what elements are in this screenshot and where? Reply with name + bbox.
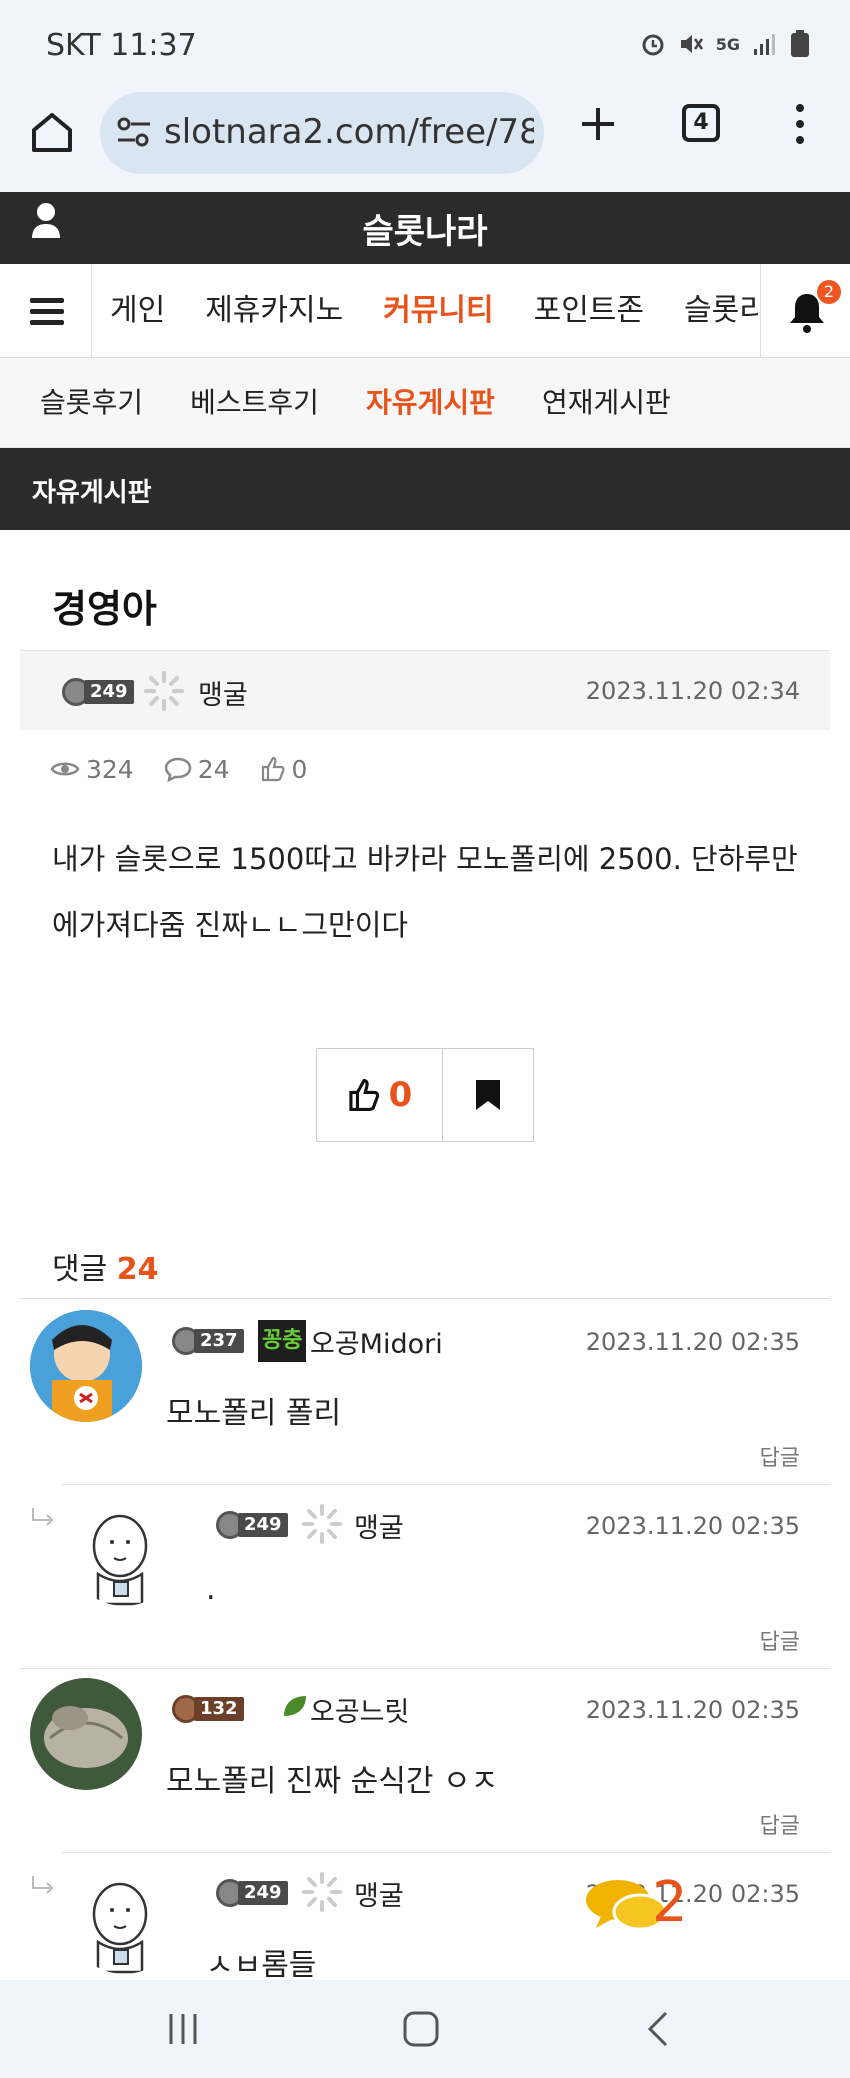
comments-stat: 24: [164, 755, 230, 784]
comment-text: 모노폴리 폴리: [166, 1396, 342, 1431]
subnav-slot-review[interactable]: 슬롯후기: [40, 358, 143, 448]
status-bar: SKT 11:37 5G: [0, 0, 850, 90]
comment-author[interactable]: 맹굴: [354, 1874, 404, 1913]
main-nav: 게인 제휴카지노 커뮤니티 포인트존 슬롯리 2: [0, 264, 850, 358]
thumbs-up-icon: [261, 756, 285, 782]
nav-item-slot[interactable]: 슬롯리: [684, 264, 760, 357]
leaf-icon: [284, 1696, 306, 1716]
main-nav-items: 게인 제휴카지노 커뮤니티 포인트존 슬롯리: [92, 264, 760, 357]
avatar-image: [30, 1310, 142, 1422]
notification-button[interactable]: 2: [760, 264, 850, 357]
post-stats: 324 24 0: [50, 752, 337, 786]
thumbs-up-icon: [349, 1079, 379, 1111]
post-body: 내가 슬롯으로 1500따고 바카라 모노폴리에 2500. 단하루만에가져다줌…: [52, 842, 798, 942]
new-tab-icon[interactable]: [578, 104, 618, 144]
post-actions: 0: [316, 1048, 534, 1142]
reply-button[interactable]: 답글: [760, 1624, 800, 1656]
more-menu-icon[interactable]: [790, 102, 810, 146]
post-title: 경영아: [52, 587, 157, 631]
site-header: 슬롯나라: [0, 192, 850, 264]
nav-item-community[interactable]: 커뮤니티: [383, 264, 493, 357]
level-badge: 237: [172, 1326, 244, 1356]
subnav-free-board[interactable]: 자유게시판: [366, 358, 495, 448]
reply-arrow-icon: [32, 1508, 54, 1526]
avatar[interactable]: [68, 1494, 180, 1606]
level-badge: 132: [172, 1694, 244, 1724]
tab-switcher-button[interactable]: 4: [682, 104, 720, 142]
recent-apps-icon[interactable]: [166, 2012, 200, 2046]
home-icon[interactable]: [30, 110, 74, 154]
like-count: 0: [388, 1075, 413, 1115]
subnav-serial-board[interactable]: 연재게시판: [542, 358, 671, 448]
browser-toolbar: slotnara2.com/free/78 4: [0, 90, 850, 192]
like-button[interactable]: 0: [317, 1049, 443, 1141]
alarm-icon: [642, 34, 664, 56]
reply-button[interactable]: 답글: [760, 1808, 800, 1840]
divider: [20, 1298, 830, 1299]
site-title[interactable]: 슬롯나라: [0, 204, 850, 253]
divider: [20, 1668, 830, 1669]
comment-text: 모노폴리 진짜 순식간 ㅇㅈ: [166, 1764, 499, 1799]
comments-count: 24: [116, 1252, 159, 1287]
avatar-image: [30, 1678, 142, 1790]
url-text[interactable]: slotnara2.com/free/78: [164, 112, 534, 152]
avatar[interactable]: [30, 1678, 142, 1790]
nav-item-point-zone[interactable]: 포인트존: [534, 264, 644, 357]
bookmark-icon: [476, 1080, 500, 1110]
loading-icon: [144, 671, 184, 711]
address-bar[interactable]: slotnara2.com/free/78: [100, 92, 544, 174]
loading-icon: [302, 1872, 342, 1912]
comment-author[interactable]: 오공Midori: [310, 1322, 443, 1361]
divider: [62, 1852, 830, 1853]
site-settings-icon[interactable]: [116, 114, 152, 150]
level-badge: 249: [62, 677, 134, 707]
board-title-bar: 자유게시판: [0, 448, 850, 530]
status-time: SKT 11:37: [46, 28, 197, 63]
reply-button[interactable]: 답글: [760, 1440, 800, 1472]
mute-icon: [680, 35, 703, 53]
likes-stat: 0: [260, 755, 307, 784]
board-name: 자유게시판: [32, 478, 152, 508]
avatar-image: [68, 1862, 180, 1974]
chat-count: 2: [652, 1870, 688, 1935]
level-badge: 249: [216, 1878, 288, 1908]
back-icon[interactable]: [646, 2010, 670, 2048]
comment-author[interactable]: 오공느릿: [310, 1690, 409, 1729]
eye-icon: [50, 762, 80, 776]
signal-icon: [754, 34, 775, 55]
comment-icon: [164, 757, 191, 782]
post-author[interactable]: 맹굴: [198, 673, 248, 712]
avatar-image: [68, 1494, 180, 1606]
comment-date: 2023.11.20 02:35: [585, 1328, 800, 1356]
comment-text: ㅅㅂ롬들: [206, 1948, 317, 1983]
system-nav-bar: [0, 1980, 850, 2078]
nav-item-partner-casino[interactable]: 제휴카지노: [205, 264, 343, 357]
comment-text: .: [206, 1572, 216, 1607]
home-button-icon[interactable]: [402, 2010, 440, 2048]
loading-icon: [302, 1504, 342, 1544]
network-label: 5G: [715, 34, 740, 54]
battery-icon: [791, 30, 809, 57]
sub-nav: 슬롯후기 베스트후기 자유게시판 연재게시판: [0, 358, 850, 448]
post-meta: 249 맹굴 2023.11.20 02:34: [20, 650, 830, 730]
reply-arrow-icon: [32, 1876, 54, 1894]
level-badge: 249: [216, 1510, 288, 1540]
subnav-best-review[interactable]: 베스트후기: [190, 358, 319, 448]
avatar[interactable]: [30, 1310, 142, 1422]
comment-date: 2023.11.20 02:35: [585, 1696, 800, 1724]
comment-author[interactable]: 맹굴: [354, 1506, 404, 1545]
status-icons: 5G: [640, 30, 810, 58]
bookmark-button[interactable]: [443, 1049, 533, 1141]
comment-date: 2023.11.20 02:35: [585, 1512, 800, 1540]
nav-item-game[interactable]: 게인: [110, 264, 165, 357]
menu-icon[interactable]: [0, 264, 92, 357]
divider: [62, 1484, 830, 1485]
notification-badge: 2: [817, 280, 841, 304]
comments-header: 댓글 24: [52, 1252, 159, 1287]
views-stat: 324: [50, 755, 134, 784]
post-date: 2023.11.20 02:34: [585, 677, 800, 705]
avatar[interactable]: [68, 1862, 180, 1974]
comment-badge: 꽁충: [258, 1320, 307, 1362]
